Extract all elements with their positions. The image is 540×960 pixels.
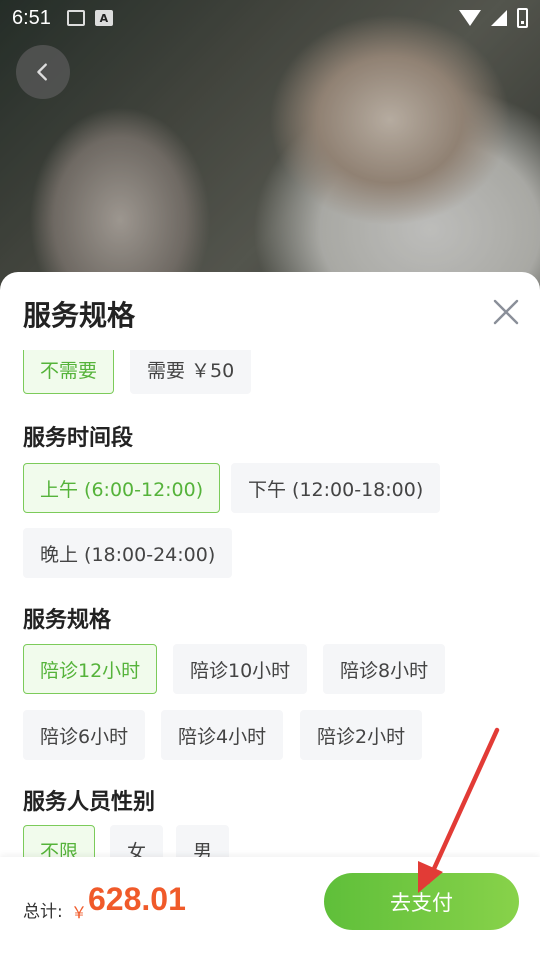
option-spec-10h[interactable]: 陪诊10小时 bbox=[173, 644, 308, 694]
hero-photo bbox=[0, 0, 540, 300]
back-button[interactable] bbox=[16, 45, 70, 99]
spec-group-label: 服务规格 bbox=[23, 608, 112, 633]
sheet-title: 服务规格 bbox=[23, 299, 136, 332]
option-spec-8h[interactable]: 陪诊8小时 bbox=[323, 644, 446, 694]
checkout-bar: 总计: ￥ 628.01 去支付 bbox=[0, 857, 540, 960]
wifi-icon bbox=[459, 10, 481, 26]
option-spec-4h[interactable]: 陪诊4小时 bbox=[161, 710, 284, 760]
signal-icon bbox=[491, 10, 507, 26]
time-group-label: 服务时间段 bbox=[23, 426, 134, 451]
option-time-morning[interactable]: 上午 (6:00-12:00) bbox=[23, 463, 221, 513]
option-gender-any[interactable]: 不限 bbox=[23, 825, 96, 857]
option-time-evening[interactable]: 晚上 (18:00-24:00) bbox=[23, 528, 233, 578]
chevron-left-icon bbox=[37, 63, 47, 81]
options-scroll-area[interactable]: 不需要 需要 ￥50 服务时间段 上午 (6:00-12:00) 下午 (12:… bbox=[0, 350, 540, 857]
total-label: 总计: bbox=[23, 902, 63, 922]
total-amount: 628.01 bbox=[88, 881, 186, 917]
pay-button[interactable]: 去支付 bbox=[324, 873, 519, 930]
a-notification-icon: A bbox=[94, 10, 113, 26]
battery-icon bbox=[517, 8, 528, 28]
option-gender-female[interactable]: 女 bbox=[110, 825, 164, 857]
option-no-need[interactable]: 不需要 bbox=[23, 350, 115, 394]
status-time: 6:51 bbox=[12, 6, 51, 29]
option-gender-male[interactable]: 男 bbox=[176, 825, 230, 857]
status-bar: 6:51 A bbox=[0, 0, 540, 36]
option-spec-2h[interactable]: 陪诊2小时 bbox=[300, 710, 423, 760]
option-time-afternoon[interactable]: 下午 (12:00-18:00) bbox=[231, 463, 441, 513]
image-notification-icon bbox=[66, 10, 85, 26]
close-icon bbox=[493, 299, 519, 325]
option-spec-6h[interactable]: 陪诊6小时 bbox=[23, 710, 146, 760]
currency-symbol: ￥ bbox=[71, 903, 88, 922]
close-button[interactable] bbox=[492, 298, 520, 326]
gender-group-label: 服务人员性别 bbox=[23, 790, 156, 815]
option-need[interactable]: 需要 ￥50 bbox=[130, 350, 252, 394]
option-spec-12h[interactable]: 陪诊12小时 bbox=[23, 644, 158, 694]
